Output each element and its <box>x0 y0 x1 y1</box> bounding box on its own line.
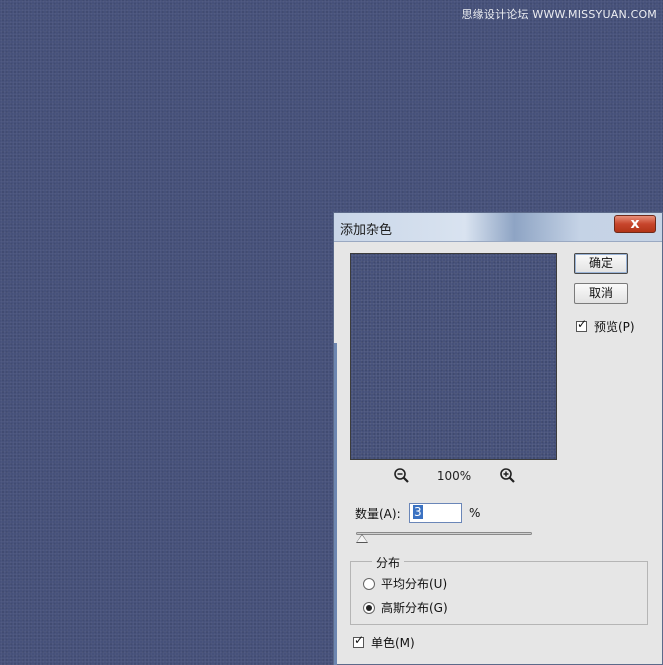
filter-preview[interactable] <box>350 253 557 460</box>
preview-label: 预览(P) <box>594 320 635 334</box>
add-noise-dialog: 添加杂色 x 100% 确定 取消 ✓ 预览(P) 数量(A): 3 % 分布 … <box>333 212 663 665</box>
amount-field[interactable]: 3 <box>409 503 462 523</box>
check-icon: ✓ <box>354 633 365 647</box>
dialog-title: 添加杂色 <box>340 223 393 238</box>
cancel-button[interactable]: 取消 <box>574 283 628 304</box>
close-button[interactable]: x <box>614 215 656 233</box>
watermark: 思缘设计论坛 WWW.MISSYUAN.COM <box>461 8 657 21</box>
monochromatic-label: 单色(M) <box>371 636 415 650</box>
amount-label: 数量(A): <box>355 507 401 521</box>
amount-slider-thumb[interactable] <box>356 534 368 543</box>
window-edge-strip <box>334 343 337 665</box>
close-icon: x <box>630 216 640 232</box>
radio-selected-dot <box>366 605 372 611</box>
check-icon: ✓ <box>577 317 588 331</box>
distribution-title: 分布 <box>372 554 405 571</box>
zoom-in-icon[interactable] <box>499 467 517 485</box>
radio-gaussian-label: 高斯分布(G) <box>381 601 448 615</box>
ok-button[interactable]: 确定 <box>574 253 628 274</box>
zoom-out-icon[interactable] <box>393 467 411 485</box>
amount-value: 3 <box>413 505 423 519</box>
monochromatic-checkbox[interactable]: ✓ <box>353 633 365 648</box>
amount-slider-track[interactable] <box>356 532 532 535</box>
radio-uniform-label: 平均分布(U) <box>381 577 448 591</box>
zoom-level: 100% <box>436 469 472 483</box>
preview-checkbox[interactable]: ✓ <box>576 317 588 332</box>
zoom-controls: 100% <box>350 467 557 487</box>
dialog-titlebar[interactable]: 添加杂色 x <box>334 213 662 242</box>
amount-unit: % <box>469 506 481 520</box>
radio-uniform[interactable] <box>363 578 375 590</box>
radio-gaussian[interactable] <box>363 602 375 614</box>
